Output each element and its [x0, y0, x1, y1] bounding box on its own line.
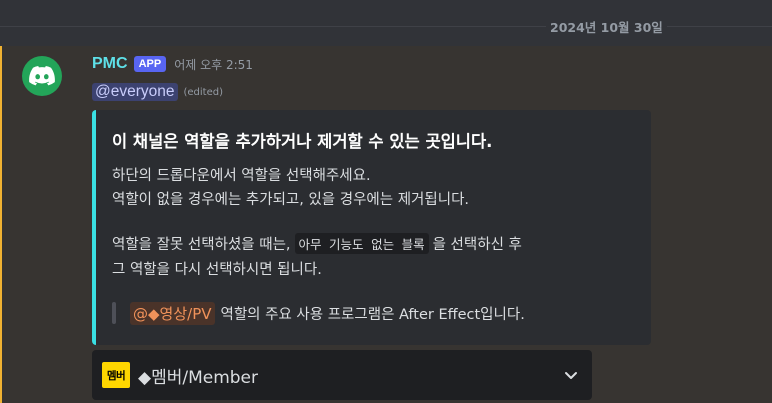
embed: 이 채널은 역할을 추가하거나 제거할 수 있는 곳입니다. 하단의 드롭다운에…: [92, 110, 651, 345]
role-select-dropdown[interactable]: 멤버 ◆멤버/Member: [92, 350, 592, 400]
embed-title: 이 채널은 역할을 추가하거나 제거할 수 있는 곳입니다.: [112, 132, 493, 151]
blockquote-text: 역할의 주요 사용 프로그램은 After Effect입니다.: [220, 306, 525, 323]
select-value: ◆멤버/Member: [138, 367, 259, 388]
role-mention[interactable]: @◆영상/PV: [130, 301, 215, 325]
embed-line-3-before: 역할을 잘못 선택하셨을 때는,: [112, 237, 291, 253]
discord-icon: [29, 66, 55, 86]
embed-line-3: 역할을 잘못 선택하셨을 때는, 아무 기능도 없는 블록 을 선택하신 후: [112, 233, 522, 254]
message-header: PMC APP 어제 오후 2:51: [92, 53, 253, 75]
embed-line-1: 하단의 드롭다운에서 역할을 선택해주세요.: [112, 168, 371, 184]
inline-code: 아무 기능도 없는 블록: [294, 233, 429, 254]
everyone-mention[interactable]: @everyone: [92, 83, 178, 101]
avatar[interactable]: [22, 56, 62, 96]
blockquote: @◆영상/PV 역할의 주요 사용 프로그램은 After Effect입니다.: [112, 300, 525, 326]
timestamp[interactable]: 어제 오후 2:51: [174, 56, 253, 73]
message-content: @everyone (edited): [92, 80, 223, 104]
edited-label: (edited): [183, 86, 224, 98]
blockquote-bar: [112, 302, 116, 324]
chat-view: 2024년 10월 30일 PMC APP 어제 오후 2:51 @everyo…: [0, 0, 772, 403]
mention-highlight-bar: [0, 46, 2, 403]
member-emoji-icon: 멤버: [102, 362, 130, 388]
embed-line-3-after: 을 선택하신 후: [432, 237, 522, 253]
embed-line-4: 그 역할을 다시 선택하시면 됩니다.: [112, 262, 322, 278]
date-divider: 2024년 10월 30일: [0, 14, 772, 38]
embed-line-2: 역할이 없을 경우에는 추가되고, 있을 경우에는 제거됩니다.: [112, 192, 470, 208]
embed-accent-bar: [92, 110, 96, 345]
app-badge: APP: [133, 56, 167, 72]
username[interactable]: PMC: [92, 55, 128, 73]
chevron-down-icon[interactable]: [562, 366, 580, 384]
date-label: 2024년 10월 30일: [546, 17, 667, 36]
